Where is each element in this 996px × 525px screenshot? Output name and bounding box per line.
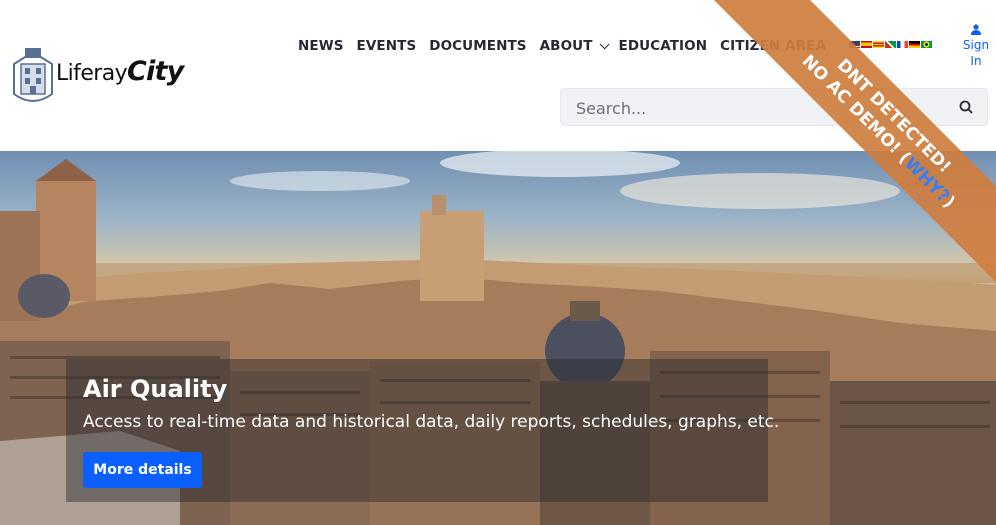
- carousel-caption: Air Quality Access to real-time data and…: [66, 359, 779, 502]
- nav-item-documents[interactable]: DOCUMENTS: [429, 38, 526, 54]
- city-hall-icon: [13, 48, 53, 102]
- language-selector: [849, 41, 932, 48]
- flag-fr-icon[interactable]: [897, 41, 908, 48]
- logo-text-liferay: Liferay: [56, 61, 128, 86]
- liferay-city-logo[interactable]: LiferayCity: [12, 44, 187, 110]
- search-icon[interactable]: [959, 100, 973, 114]
- user-icon: [971, 24, 981, 35]
- caption-title: Air Quality: [83, 375, 228, 403]
- flag-es-icon[interactable]: [861, 41, 872, 48]
- caption-description: Access to real-time data and historical …: [83, 412, 780, 432]
- nav-label: EVENTS: [356, 38, 417, 54]
- nav-label: ABOUT: [539, 38, 593, 54]
- nav-item-about[interactable]: ABOUT: [539, 38, 610, 54]
- sign-in-link[interactable]: Sign In: [958, 24, 994, 69]
- chevron-down-icon: [599, 38, 610, 49]
- nav-label: EDUCATION: [618, 38, 708, 54]
- flag-ca-icon[interactable]: [873, 41, 884, 48]
- flag-de-icon[interactable]: [909, 41, 920, 48]
- nav-item-news[interactable]: NEWS: [298, 38, 344, 54]
- more-details-button[interactable]: More details: [83, 452, 202, 488]
- logo-text-city: City: [127, 56, 184, 87]
- nav-label: NEWS: [298, 38, 344, 54]
- main-navigation: NEWS EVENTS DOCUMENTS ABOUT EDUCATION CI…: [298, 36, 826, 56]
- logo-wordmark: LiferayCity: [56, 56, 184, 87]
- nav-label: DOCUMENTS: [429, 38, 527, 54]
- flag-br-icon[interactable]: [921, 41, 932, 48]
- flag-eu-icon[interactable]: [885, 41, 896, 48]
- nav-item-events[interactable]: EVENTS: [357, 38, 417, 54]
- sign-in-line2: In: [970, 54, 982, 68]
- sign-in-line1: Sign: [962, 38, 990, 52]
- nav-item-education[interactable]: EDUCATION: [619, 38, 708, 54]
- hero-carousel: Air Quality Access to real-time data and…: [0, 151, 996, 525]
